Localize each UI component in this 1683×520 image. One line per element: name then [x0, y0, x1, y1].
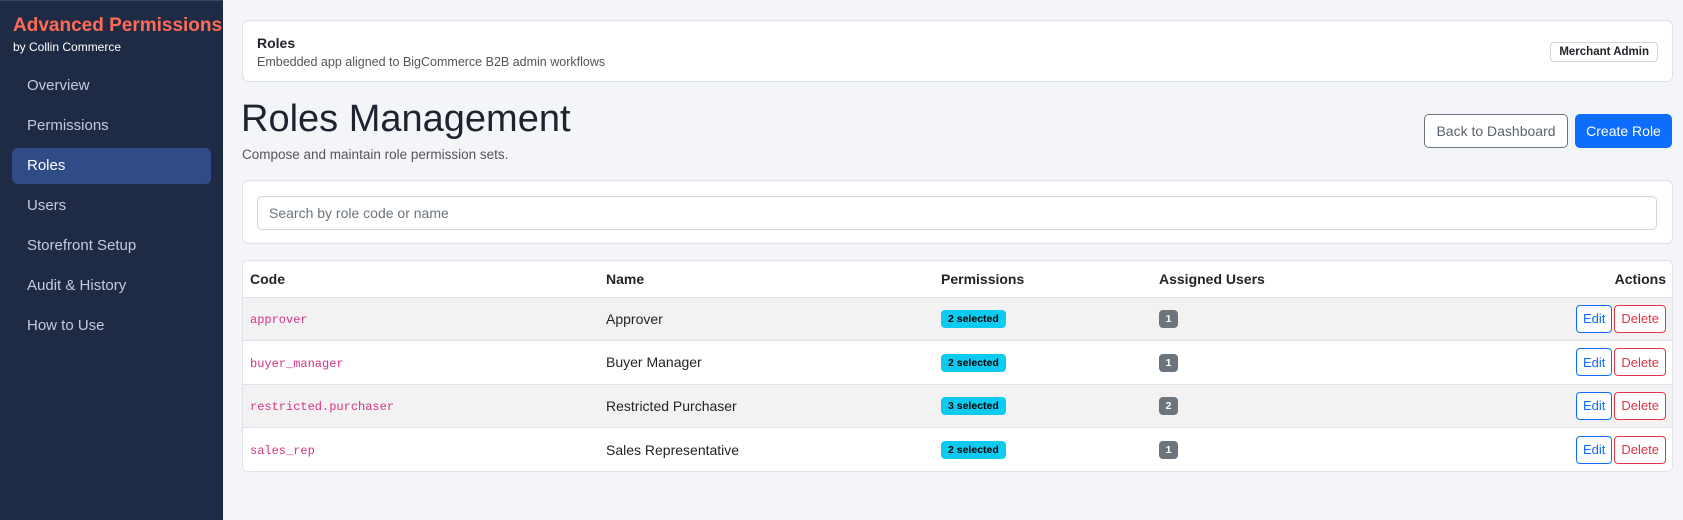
role-name: Sales Representative — [606, 441, 740, 458]
role-code-cell: buyer_manager — [243, 340, 599, 385]
edit-button[interactable]: Edit — [1576, 304, 1613, 333]
column-header-code: Code — [243, 261, 599, 298]
assigned-users-cell: 1 — [1152, 340, 1402, 385]
assigned-users-cell: 1 — [1152, 297, 1402, 341]
table-header-row: Code Name Permissions Assigned Users Act… — [243, 261, 1672, 298]
assigned-users-badge: 1 — [1159, 441, 1178, 459]
assigned-users-badge: 1 — [1159, 310, 1178, 329]
sidebar-item-storefront-setup[interactable]: Storefront Setup — [12, 228, 211, 264]
assigned-users-badge: 2 — [1159, 397, 1178, 416]
assigned-users-badge: 1 — [1159, 353, 1178, 372]
role-code: restricted.purchaser — [250, 400, 395, 415]
actions-cell: Edit Delete — [1402, 297, 1672, 341]
roles-table: Code Name Permissions Assigned Users Act… — [243, 261, 1672, 471]
header-subtitle: Embedded app aligned to BigCommerce B2B … — [257, 55, 606, 69]
page-title: Roles Management — [241, 98, 571, 140]
permissions-count-badge: 2 selected — [941, 310, 1006, 329]
role-code: approver — [250, 313, 308, 328]
column-header-assigned-users: Assigned Users — [1152, 261, 1402, 298]
create-role-button[interactable]: Create Role — [1575, 114, 1672, 148]
permissions-cell: 2 selected — [934, 340, 1152, 385]
role-code: buyer_manager — [250, 356, 344, 371]
main-content: Roles Embedded app aligned to BigCommerc… — [223, 0, 1683, 520]
permissions-cell: 2 selected — [934, 428, 1152, 472]
sidebar-nav: Overview Permissions Roles Users Storefr… — [0, 68, 223, 344]
column-header-actions: Actions — [1402, 261, 1672, 298]
actions-cell: Edit Delete — [1402, 428, 1672, 472]
assigned-users-cell: 1 — [1152, 428, 1402, 472]
app-header: Roles Embedded app aligned to BigCommerc… — [242, 20, 1673, 82]
sidebar-item-roles[interactable]: Roles — [12, 148, 211, 184]
role-code: sales_rep — [250, 444, 315, 458]
search-card — [242, 180, 1673, 244]
sidebar-item-how-to-use[interactable]: How to Use — [12, 308, 211, 344]
permissions-cell: 3 selected — [934, 384, 1152, 428]
search-input[interactable] — [257, 196, 1657, 230]
assigned-users-cell: 2 — [1152, 384, 1402, 428]
role-code-cell: sales_rep — [243, 428, 599, 472]
delete-button[interactable]: Delete — [1614, 435, 1666, 464]
edit-button[interactable]: Edit — [1576, 348, 1613, 377]
brand: Advanced Permissions by Collin Commerce — [0, 1, 223, 54]
brand-title: Advanced Permissions — [13, 15, 223, 36]
table-row: restricted.purchaser Restricted Purchase… — [243, 384, 1672, 428]
role-name: Buyer Manager — [599, 340, 934, 385]
delete-button[interactable]: Delete — [1614, 348, 1666, 377]
actions-cell: Edit Delete — [1402, 384, 1672, 428]
header-title: Roles — [257, 35, 296, 51]
role-name: Approver — [599, 297, 934, 341]
delete-button[interactable]: Delete — [1614, 391, 1666, 420]
permissions-count-badge: 2 selected — [941, 353, 1006, 372]
column-header-permissions: Permissions — [934, 261, 1152, 298]
roles-table-card: Code Name Permissions Assigned Users Act… — [242, 260, 1673, 472]
table-row: approver Approver 2 selected 1 Edit Delet… — [243, 297, 1672, 341]
actions-cell: Edit Delete — [1402, 340, 1672, 385]
delete-button[interactable]: Delete — [1614, 304, 1666, 333]
edit-button[interactable]: Edit — [1576, 435, 1613, 464]
sidebar-item-overview[interactable]: Overview — [12, 68, 211, 104]
table-row: buyer_manager Buyer Manager 2 selected 1… — [243, 340, 1672, 385]
back-to-dashboard-button[interactable]: Back to Dashboard — [1424, 114, 1568, 148]
sidebar-item-permissions[interactable]: Permissions — [12, 108, 211, 144]
sidebar-item-audit-history[interactable]: Audit & History — [12, 268, 211, 304]
table-row: sales_rep Sales Representative 2 selecte… — [243, 428, 1672, 472]
permissions-cell: 2 selected — [934, 297, 1152, 341]
brand-subtitle: by Collin Commerce — [13, 40, 122, 54]
edit-button[interactable]: Edit — [1576, 391, 1613, 420]
sidebar: Advanced Permissions by Collin Commerce … — [0, 0, 223, 520]
role-code-cell: approver — [243, 297, 599, 341]
merchant-admin-badge: Merchant Admin — [1550, 42, 1658, 62]
page-subtitle: Compose and maintain role permission set… — [242, 147, 509, 162]
role-code-cell: restricted.purchaser — [243, 384, 599, 428]
permissions-count-badge: 3 selected — [941, 397, 1006, 416]
sidebar-item-users[interactable]: Users — [12, 188, 211, 224]
role-name: Restricted Purchaser — [599, 384, 934, 428]
permissions-count-badge: 2 selected — [941, 441, 1006, 459]
column-header-name: Name — [599, 261, 934, 298]
